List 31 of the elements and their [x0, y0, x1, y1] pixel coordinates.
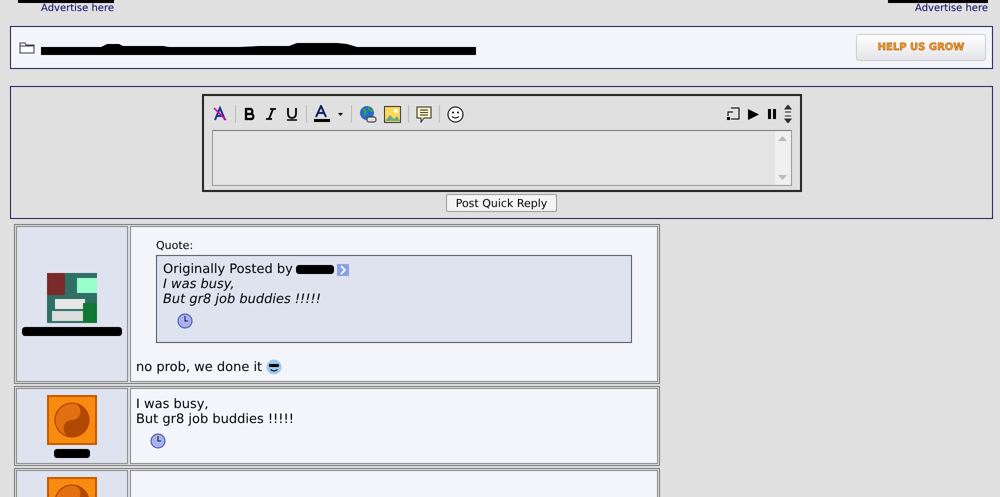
switch-mode-icon[interactable] — [726, 107, 740, 121]
post-text: I was busy, — [136, 397, 209, 412]
redaction-bar — [296, 265, 334, 274]
quote-label: Quote: — [156, 239, 194, 252]
smiley-icon[interactable] — [446, 106, 464, 122]
clock-icon — [150, 433, 166, 449]
font-color-icon[interactable] — [314, 105, 344, 123]
italic-icon[interactable] — [264, 107, 278, 121]
note-icon[interactable] — [416, 106, 432, 122]
folder-icon — [19, 41, 35, 54]
clock-icon — [177, 313, 193, 329]
advertise-link[interactable]: Advertise here — [41, 3, 114, 15]
quote-text: I was busy, — [163, 277, 236, 292]
originally-posted-label: Originally Posted by — [163, 262, 293, 277]
yin-yang-avatar-icon — [47, 394, 97, 444]
post-quick-reply-button[interactable]: Post Quick Reply — [446, 194, 558, 212]
advertise-link[interactable]: Advertise here — [915, 3, 988, 15]
resize-icon[interactable] — [784, 105, 792, 123]
message-input-field[interactable] — [212, 130, 792, 186]
post-text: no prob, we done it — [136, 360, 262, 374]
clear-format-icon[interactable] — [212, 106, 228, 122]
underline-icon[interactable] — [284, 107, 298, 121]
quote-text: But gr8 job buddies !!!!! — [163, 292, 322, 307]
globe-link-icon[interactable] — [358, 105, 376, 123]
image-icon[interactable] — [384, 106, 400, 122]
redaction-bar — [54, 448, 90, 458]
view-post-icon[interactable] — [336, 264, 349, 276]
pause-icon[interactable] — [766, 108, 776, 120]
bold-icon[interactable] — [242, 107, 256, 121]
play-icon[interactable] — [746, 108, 760, 120]
post-text: But gr8 job buddies !!!!! — [136, 412, 294, 427]
